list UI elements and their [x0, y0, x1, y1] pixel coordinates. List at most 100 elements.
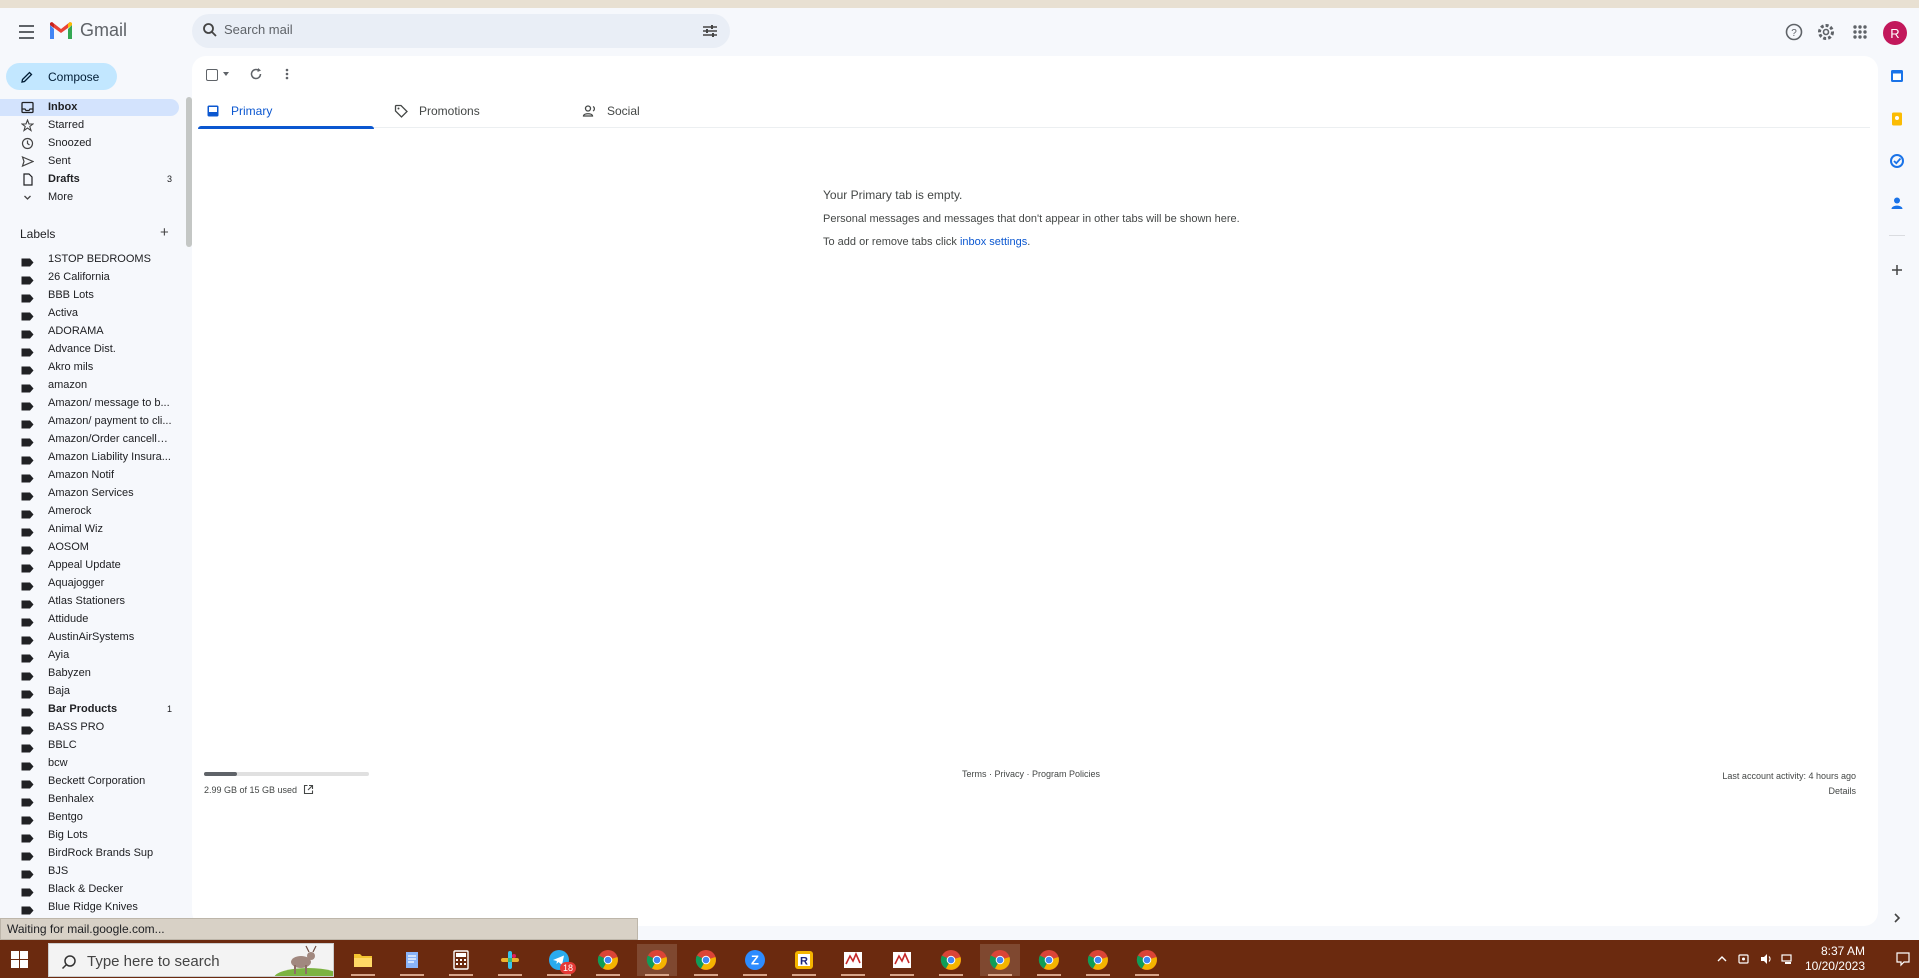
- taskbar-app-calculator-icon[interactable]: [441, 944, 481, 976]
- label-item[interactable]: Atlas Stationers: [0, 594, 179, 610]
- add-label-icon[interactable]: +: [160, 225, 169, 240]
- label-item[interactable]: Benhalex: [0, 792, 179, 808]
- nav-item-sent[interactable]: Sent: [0, 153, 179, 170]
- label-item[interactable]: BBB Lots: [0, 288, 179, 304]
- label-item[interactable]: Amazon/ message to b...: [0, 396, 179, 412]
- label-item[interactable]: Blue Ridge Knives: [0, 900, 179, 916]
- details-link[interactable]: Details: [1722, 784, 1856, 799]
- label-item[interactable]: Baja: [0, 684, 179, 700]
- taskbar-app-chrome-icon[interactable]: [686, 944, 726, 976]
- label-item[interactable]: Amazon/ payment to cli...: [0, 414, 179, 430]
- notifications-icon[interactable]: [1895, 951, 1911, 967]
- taskbar-app-chrome-icon[interactable]: [588, 944, 628, 976]
- label-item[interactable]: Amazon Liability Insura...: [0, 450, 179, 466]
- taskbar-app-r-app-icon[interactable]: R: [784, 944, 824, 976]
- taskbar-app-chrome-icon[interactable]: [637, 944, 677, 976]
- inbox-settings-link[interactable]: inbox settings: [960, 236, 1027, 248]
- settings-gear-icon[interactable]: [1816, 22, 1836, 42]
- search-icon[interactable]: [202, 22, 218, 38]
- taskbar-app-chrome-icon[interactable]: [1029, 944, 1069, 976]
- taskbar-app-telegram-icon[interactable]: 18: [539, 944, 579, 976]
- label-item[interactable]: Big Lots: [0, 828, 179, 844]
- contacts-icon[interactable]: [1889, 195, 1905, 211]
- more-options-icon[interactable]: [280, 67, 294, 81]
- taskbar-app-stock-chart-icon[interactable]: [833, 944, 873, 976]
- refresh-icon[interactable]: [249, 67, 263, 81]
- search-input[interactable]: [224, 22, 664, 37]
- label-item[interactable]: Advance Dist.: [0, 342, 179, 358]
- label-item[interactable]: BBLC: [0, 738, 179, 754]
- windows-start-icon[interactable]: [11, 951, 28, 968]
- privacy-link[interactable]: Privacy: [995, 769, 1025, 779]
- gmail-logo[interactable]: Gmail: [48, 20, 127, 41]
- terms-link[interactable]: Terms: [962, 769, 987, 779]
- taskbar-app-chrome-icon[interactable]: [1078, 944, 1118, 976]
- taskbar-app-slack-icon[interactable]: [490, 944, 530, 976]
- label-item[interactable]: Amazon Services: [0, 486, 179, 502]
- taskbar-clock[interactable]: 8:37 AM 10/20/2023: [1805, 944, 1865, 974]
- label-item[interactable]: Amazon Notif: [0, 468, 179, 484]
- program-policies-link[interactable]: Program Policies: [1032, 769, 1100, 779]
- account-avatar[interactable]: R: [1883, 21, 1907, 45]
- label-item[interactable]: Beckett Corporation: [0, 774, 179, 790]
- label-item[interactable]: bcw: [0, 756, 179, 772]
- taskbar-app-zoom-icon[interactable]: Z: [735, 944, 775, 976]
- label-item[interactable]: Activa: [0, 306, 179, 322]
- label-item[interactable]: Ayia: [0, 648, 179, 664]
- taskbar-app-file-explorer-icon[interactable]: [343, 944, 383, 976]
- meet-now-icon[interactable]: [1737, 952, 1751, 966]
- nav-item-starred[interactable]: Starred: [0, 117, 179, 134]
- select-dropdown-icon[interactable]: [223, 72, 229, 76]
- network-icon[interactable]: [1781, 952, 1795, 966]
- label-item[interactable]: Aquajogger: [0, 576, 179, 592]
- taskbar-app-notepad-icon[interactable]: [392, 944, 432, 976]
- help-icon[interactable]: ?: [1784, 22, 1804, 42]
- label-item[interactable]: Black & Decker: [0, 882, 179, 898]
- nav-item-snoozed[interactable]: Snoozed: [0, 135, 179, 152]
- label-item[interactable]: amazon: [0, 378, 179, 394]
- label-item[interactable]: ADORAMA: [0, 324, 179, 340]
- tab-primary[interactable]: Primary: [198, 92, 374, 129]
- keep-icon[interactable]: [1889, 111, 1905, 127]
- label-item[interactable]: Appeal Update: [0, 558, 179, 574]
- chevron-up-icon[interactable]: [1715, 952, 1729, 966]
- calendar-icon[interactable]: [1889, 68, 1905, 84]
- label-item[interactable]: Babyzen: [0, 666, 179, 682]
- nav-item-inbox[interactable]: Inbox: [0, 99, 179, 116]
- search-options-icon[interactable]: [702, 23, 718, 39]
- compose-button[interactable]: Compose: [6, 63, 117, 90]
- open-in-new-icon[interactable]: [303, 784, 314, 795]
- taskbar-app-chrome-icon[interactable]: [1127, 944, 1167, 976]
- label-item[interactable]: 1STOP BEDROOMS: [0, 252, 179, 268]
- nav-item-drafts[interactable]: Drafts 3: [0, 171, 179, 188]
- taskbar-app-stock-chart-icon[interactable]: [882, 944, 922, 976]
- search-bar[interactable]: [192, 14, 730, 48]
- taskbar-app-chrome-icon[interactable]: [980, 944, 1020, 976]
- label-item[interactable]: BASS PRO: [0, 720, 179, 736]
- label-item[interactable]: Amazon/Order cancella...: [0, 432, 179, 448]
- label-item[interactable]: Bentgo: [0, 810, 179, 826]
- label-item[interactable]: Attidude: [0, 612, 179, 628]
- taskbar-app-chrome-icon[interactable]: [931, 944, 971, 976]
- chevron-right-icon[interactable]: [1889, 910, 1905, 926]
- select-all-checkbox[interactable]: [206, 69, 218, 81]
- label-item[interactable]: Akro mils: [0, 360, 179, 376]
- main-menu-icon[interactable]: [14, 20, 38, 44]
- tasks-icon[interactable]: [1889, 153, 1905, 169]
- label-item[interactable]: BJS: [0, 864, 179, 880]
- nav-item-more[interactable]: More: [0, 189, 179, 206]
- tab-social[interactable]: Social: [574, 92, 750, 128]
- tab-promotions[interactable]: Promotions: [386, 92, 562, 128]
- label-item[interactable]: Amerock: [0, 504, 179, 520]
- apps-grid-icon[interactable]: [1850, 22, 1870, 42]
- taskbar-search-box[interactable]: Type here to search: [48, 943, 334, 977]
- label-item[interactable]: AustinAirSystems: [0, 630, 179, 646]
- draft-icon: [21, 173, 34, 186]
- label-item[interactable]: 26 California: [0, 270, 179, 286]
- label-item[interactable]: BirdRock Brands Sup: [0, 846, 179, 862]
- label-item[interactable]: Bar Products 1: [0, 702, 179, 718]
- volume-icon[interactable]: [1759, 952, 1773, 966]
- add-addon-icon[interactable]: [1889, 262, 1905, 278]
- label-item[interactable]: AOSOM: [0, 540, 179, 556]
- label-item[interactable]: Animal Wiz: [0, 522, 179, 538]
